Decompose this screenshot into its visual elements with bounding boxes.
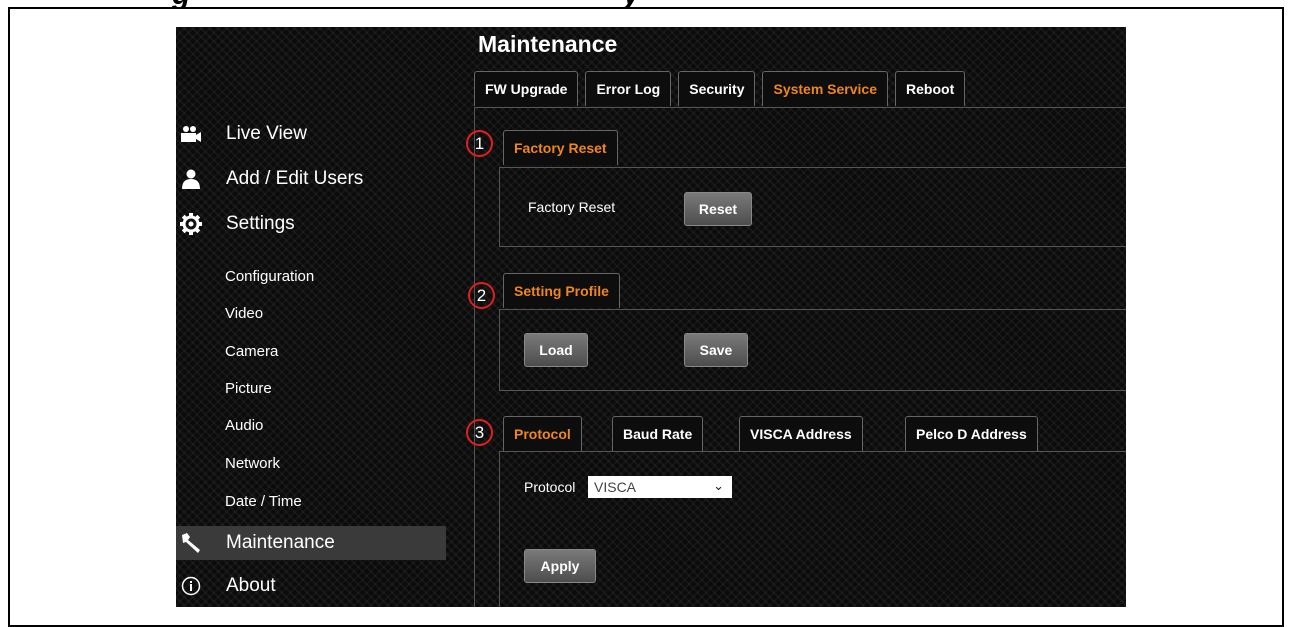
tab-pelco-d-address[interactable]: Pelco D Address — [905, 416, 1038, 451]
tab-setting-profile[interactable]: Setting Profile — [503, 273, 620, 308]
protocol-select[interactable]: VISCA ⌄ — [588, 476, 732, 498]
tab-security[interactable]: Security — [678, 71, 756, 106]
protocol-section — [499, 451, 1126, 607]
factory-reset-label: Factory Reset — [528, 199, 616, 215]
load-button[interactable]: Load — [524, 333, 588, 367]
save-button[interactable]: Save — [684, 333, 748, 367]
protocol-label: Protocol — [524, 479, 576, 495]
callout-marker-1: 1 — [466, 130, 493, 157]
sidebar-item-label: Add / Edit Users — [226, 168, 364, 189]
tab-protocol[interactable]: Protocol — [503, 416, 582, 451]
sidebar-item-about[interactable]: About — [176, 569, 446, 603]
sidebar-item-date-time[interactable]: Date / Time — [225, 493, 302, 510]
callout-marker-2: 2 — [468, 282, 495, 309]
wrench-icon — [180, 532, 202, 554]
maintenance-tabs: FW Upgrade Error Log Security System Ser… — [474, 71, 972, 107]
sidebar-item-network[interactable]: Network — [225, 455, 280, 472]
tab-reboot[interactable]: Reboot — [895, 71, 966, 106]
user-icon — [180, 168, 202, 190]
tab-factory-reset[interactable]: Factory Reset — [503, 130, 618, 165]
tab-system-service[interactable]: System Service — [762, 71, 889, 106]
camera-users-icon — [180, 123, 202, 145]
protocol-select-value: VISCA — [594, 479, 637, 495]
camera-web-ui: Live View Add / Edit Users Settings Conf… — [176, 27, 1126, 607]
page-title: Maintenance — [478, 31, 618, 57]
sidebar-item-label: Maintenance — [226, 532, 335, 553]
tab-baud-rate[interactable]: Baud Rate — [612, 416, 704, 451]
sidebar-item-label: Settings — [226, 213, 295, 234]
sidebar-item-video[interactable]: Video — [225, 305, 263, 322]
tab-visca-address[interactable]: VISCA Address — [739, 416, 863, 451]
tab-fw-upgrade[interactable]: FW Upgrade — [474, 71, 579, 106]
chevron-down-icon: ⌄ — [713, 478, 724, 493]
sidebar-item-configuration[interactable]: Configuration — [225, 268, 314, 285]
sidebar-item-audio[interactable]: Audio — [225, 417, 263, 434]
sidebar-item-settings[interactable]: Settings — [176, 207, 446, 241]
sidebar-item-picture[interactable]: Picture — [225, 380, 272, 397]
sidebar-item-camera[interactable]: Camera — [225, 343, 278, 360]
apply-button[interactable]: Apply — [524, 549, 596, 583]
sidebar-item-live-view[interactable]: Live View — [176, 117, 446, 151]
setting-profile-section — [499, 309, 1126, 391]
info-icon — [180, 575, 202, 597]
sidebar-item-label: Live View — [226, 123, 307, 144]
sidebar-item-maintenance[interactable]: Maintenance — [176, 526, 446, 560]
sidebar-item-add-edit-users[interactable]: Add / Edit Users — [176, 162, 446, 196]
reset-button[interactable]: Reset — [684, 192, 752, 226]
sidebar: Live View Add / Edit Users Settings Conf… — [176, 27, 472, 607]
callout-marker-3: 3 — [466, 419, 493, 446]
gear-icon — [180, 213, 202, 235]
main-content: Maintenance FW Upgrade Error Log Securit… — [466, 27, 1126, 607]
sidebar-item-label: About — [226, 575, 276, 596]
tab-error-log[interactable]: Error Log — [585, 71, 672, 106]
